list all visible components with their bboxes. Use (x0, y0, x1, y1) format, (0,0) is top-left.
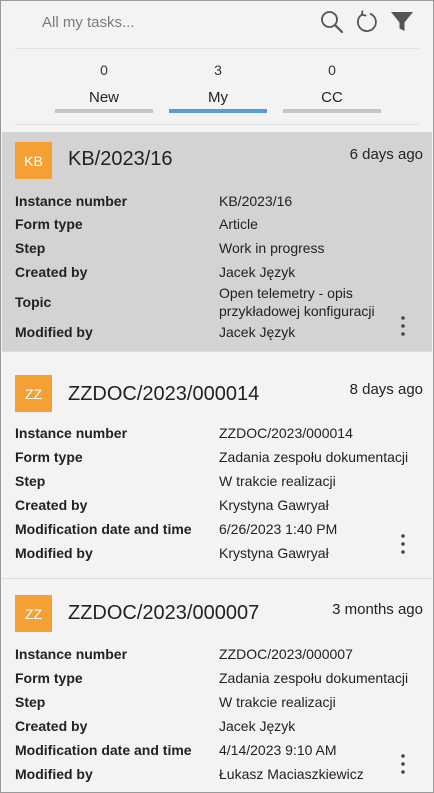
field-value: Zadania zespołu dokumentacji (219, 670, 409, 686)
task-title: ZZDOC/2023/000014 (68, 383, 260, 405)
field-row: Step W trakcie realizacji (15, 693, 415, 711)
more-options-icon[interactable] (396, 752, 410, 776)
field-key: Instance number (15, 425, 128, 441)
field-row: Modified by Jacek Język (15, 323, 415, 341)
field-key: Instance number (15, 193, 128, 209)
tab-my[interactable]: 3 My (169, 57, 267, 115)
field-key: Instance number (15, 646, 128, 662)
field-key: Modification date and time (15, 521, 192, 537)
field-value: W trakcie realizacji (219, 694, 336, 710)
task-fields: Instance number KB/2023/16 Form type Art… (15, 190, 415, 341)
filter-icon[interactable] (389, 9, 415, 35)
tab-new[interactable]: 0 New (55, 57, 153, 115)
field-key: Modified by (15, 766, 93, 782)
field-key: Form type (15, 670, 83, 686)
field-key: Topic (15, 294, 52, 310)
field-row: Step Work in progress (15, 239, 415, 257)
search-input[interactable] (42, 10, 302, 34)
tab-label: My (208, 89, 228, 106)
field-value: Article (219, 216, 258, 232)
task-title: ZZDOC/2023/000007 (68, 602, 260, 624)
task-fields: Instance number ZZDOC/2023/000014 Form t… (15, 424, 415, 562)
tab-label: New (88, 89, 119, 106)
field-row: Created by Jacek Język (15, 717, 415, 735)
field-row: Modified by Krystyna Gawryał (15, 544, 415, 562)
avatar: ZZ (15, 595, 52, 632)
field-row: Modification date and time 4/14/2023 9:1… (15, 741, 415, 759)
field-value: ZZDOC/2023/000014 (219, 425, 353, 441)
field-row: Created by Krystyna Gawryał (15, 496, 415, 514)
task-tabs: 0 New 3 My 0 CC (1, 57, 433, 117)
field-value: ZZDOC/2023/000007 (219, 646, 353, 662)
field-key: Step (15, 694, 46, 710)
field-key: Modified by (15, 545, 93, 561)
field-row: Step W trakcie realizacji (15, 472, 415, 490)
field-row: Topic Open telemetry - opis przykładowej… (15, 284, 415, 320)
field-key: Step (15, 473, 46, 489)
divider (15, 48, 419, 49)
field-value: W trakcie realizacji (219, 473, 336, 489)
field-key: Modified by (15, 324, 93, 340)
field-key: Step (15, 240, 46, 256)
field-value: Work in progress (219, 240, 325, 256)
field-row: Form type Article (15, 215, 415, 233)
field-value: Jacek Język (219, 264, 296, 280)
field-row: Form type Zadania zespołu dokumentacji (15, 669, 415, 687)
more-options-icon[interactable] (396, 532, 410, 556)
field-key: Created by (15, 497, 88, 513)
task-fields: Instance number ZZDOC/2023/000007 Form t… (15, 645, 415, 783)
task-card[interactable]: ZZ ZZDOC/2023/000007 3 months ago Instan… (2, 579, 432, 791)
more-options-icon[interactable] (396, 314, 410, 338)
tab-indicator (55, 109, 153, 113)
task-title: KB/2023/16 (68, 148, 173, 170)
field-value: Krystyna Gawryał (219, 497, 329, 513)
search-icon[interactable] (319, 9, 345, 35)
refresh-icon[interactable] (354, 9, 380, 35)
task-list: KB KB/2023/16 6 days ago Instance number… (2, 132, 432, 791)
tab-count: 0 (100, 62, 108, 78)
task-time: 8 days ago (349, 381, 423, 398)
field-value: Jacek Język (219, 718, 296, 734)
task-time: 6 days ago (349, 146, 423, 163)
tab-indicator (169, 109, 267, 113)
field-key: Created by (15, 264, 88, 280)
field-row: Form type Zadania zespołu dokumentacji (15, 448, 415, 466)
field-key: Created by (15, 718, 88, 734)
field-value: Krystyna Gawryał (219, 545, 329, 561)
field-key: Form type (15, 216, 83, 232)
search-bar (2, 2, 432, 46)
task-card[interactable]: ZZ ZZDOC/2023/000014 8 days ago Instance… (2, 359, 432, 579)
tab-count: 3 (214, 62, 222, 78)
field-value: Jacek Język (219, 324, 296, 340)
field-value: 6/26/2023 1:40 PM (219, 521, 338, 537)
field-value: Łukasz Maciaszkiewicz (219, 766, 364, 782)
field-row: Instance number ZZDOC/2023/000007 (15, 645, 415, 663)
field-value: Open telemetry - opis przykładowej konfi… (219, 285, 375, 319)
field-row: Instance number KB/2023/16 (15, 192, 415, 210)
field-value: Zadania zespołu dokumentacji (219, 449, 409, 465)
avatar: KB (15, 142, 52, 179)
field-key: Form type (15, 449, 83, 465)
tab-count: 0 (328, 62, 336, 78)
tab-cc[interactable]: 0 CC (283, 57, 381, 115)
avatar: ZZ (15, 375, 52, 412)
task-time: 3 months ago (332, 601, 423, 618)
field-row: Modification date and time 6/26/2023 1:4… (15, 520, 415, 538)
task-card[interactable]: KB KB/2023/16 6 days ago Instance number… (2, 132, 432, 352)
field-row: Modified by Łukasz Maciaszkiewicz (15, 765, 415, 783)
field-row: Instance number ZZDOC/2023/000014 (15, 424, 415, 442)
field-value: KB/2023/16 (219, 193, 293, 209)
divider (15, 124, 419, 125)
field-key: Modification date and time (15, 742, 192, 758)
task-list-panel: 0 New 3 My 0 CC KB KB/2023/16 6 days ago… (0, 0, 434, 793)
field-row: Created by Jacek Język (15, 263, 415, 281)
field-value: 4/14/2023 9:10 AM (219, 742, 337, 758)
tab-label: CC (321, 89, 343, 106)
tab-indicator (283, 109, 381, 113)
